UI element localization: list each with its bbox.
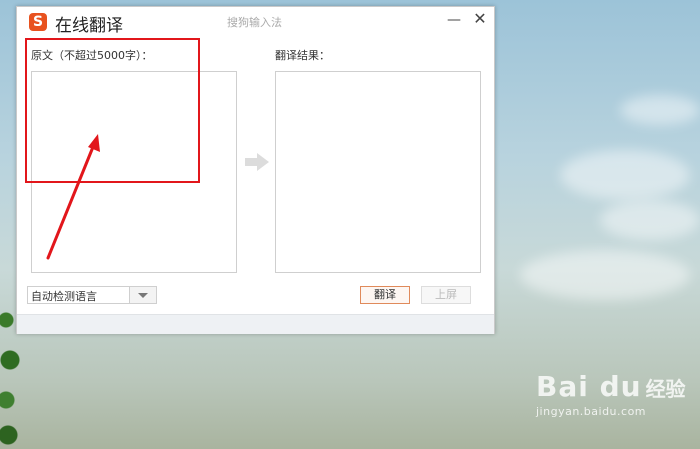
baidu-jingyan-watermark: Bai du 经验 jingyan.baidu.com bbox=[536, 370, 686, 418]
cloud-decoration bbox=[620, 95, 700, 125]
brand-label: 搜狗输入法 bbox=[227, 16, 282, 29]
close-icon[interactable]: ✕ bbox=[472, 10, 488, 28]
arrow-right-icon bbox=[245, 153, 269, 171]
titlebar[interactable]: S 在线翻译 搜狗输入法 — ✕ bbox=[17, 7, 494, 36]
minimize-icon[interactable]: — bbox=[447, 12, 461, 28]
cloud-decoration bbox=[560, 150, 690, 200]
language-select[interactable]: 自动检测语言 bbox=[27, 286, 157, 304]
cloud-decoration bbox=[520, 250, 690, 300]
window-title: 在线翻译 bbox=[55, 16, 123, 36]
watermark-jingyan: 经验 bbox=[645, 377, 686, 401]
result-label: 翻译结果： bbox=[275, 49, 330, 62]
language-select-value: 自动检测语言 bbox=[31, 290, 97, 303]
window-footer bbox=[17, 314, 494, 334]
annotation-arrow-icon bbox=[46, 134, 100, 260]
translate-button[interactable]: 翻译 bbox=[360, 286, 410, 304]
cloud-decoration bbox=[600, 200, 700, 240]
watermark-logo: Bai du bbox=[536, 370, 642, 403]
watermark-url: jingyan.baidu.com bbox=[536, 405, 647, 418]
chevron-down-icon[interactable] bbox=[129, 287, 156, 303]
sogou-logo-icon: S bbox=[29, 13, 47, 31]
commit-to-screen-button[interactable]: 上屏 bbox=[421, 286, 471, 304]
result-textarea[interactable] bbox=[275, 71, 481, 273]
